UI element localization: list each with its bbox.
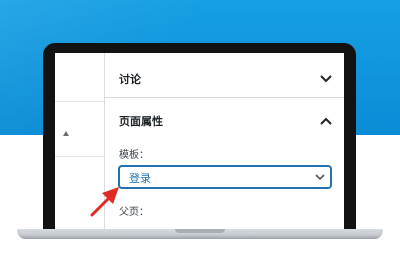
red-arrow-icon	[90, 187, 119, 217]
